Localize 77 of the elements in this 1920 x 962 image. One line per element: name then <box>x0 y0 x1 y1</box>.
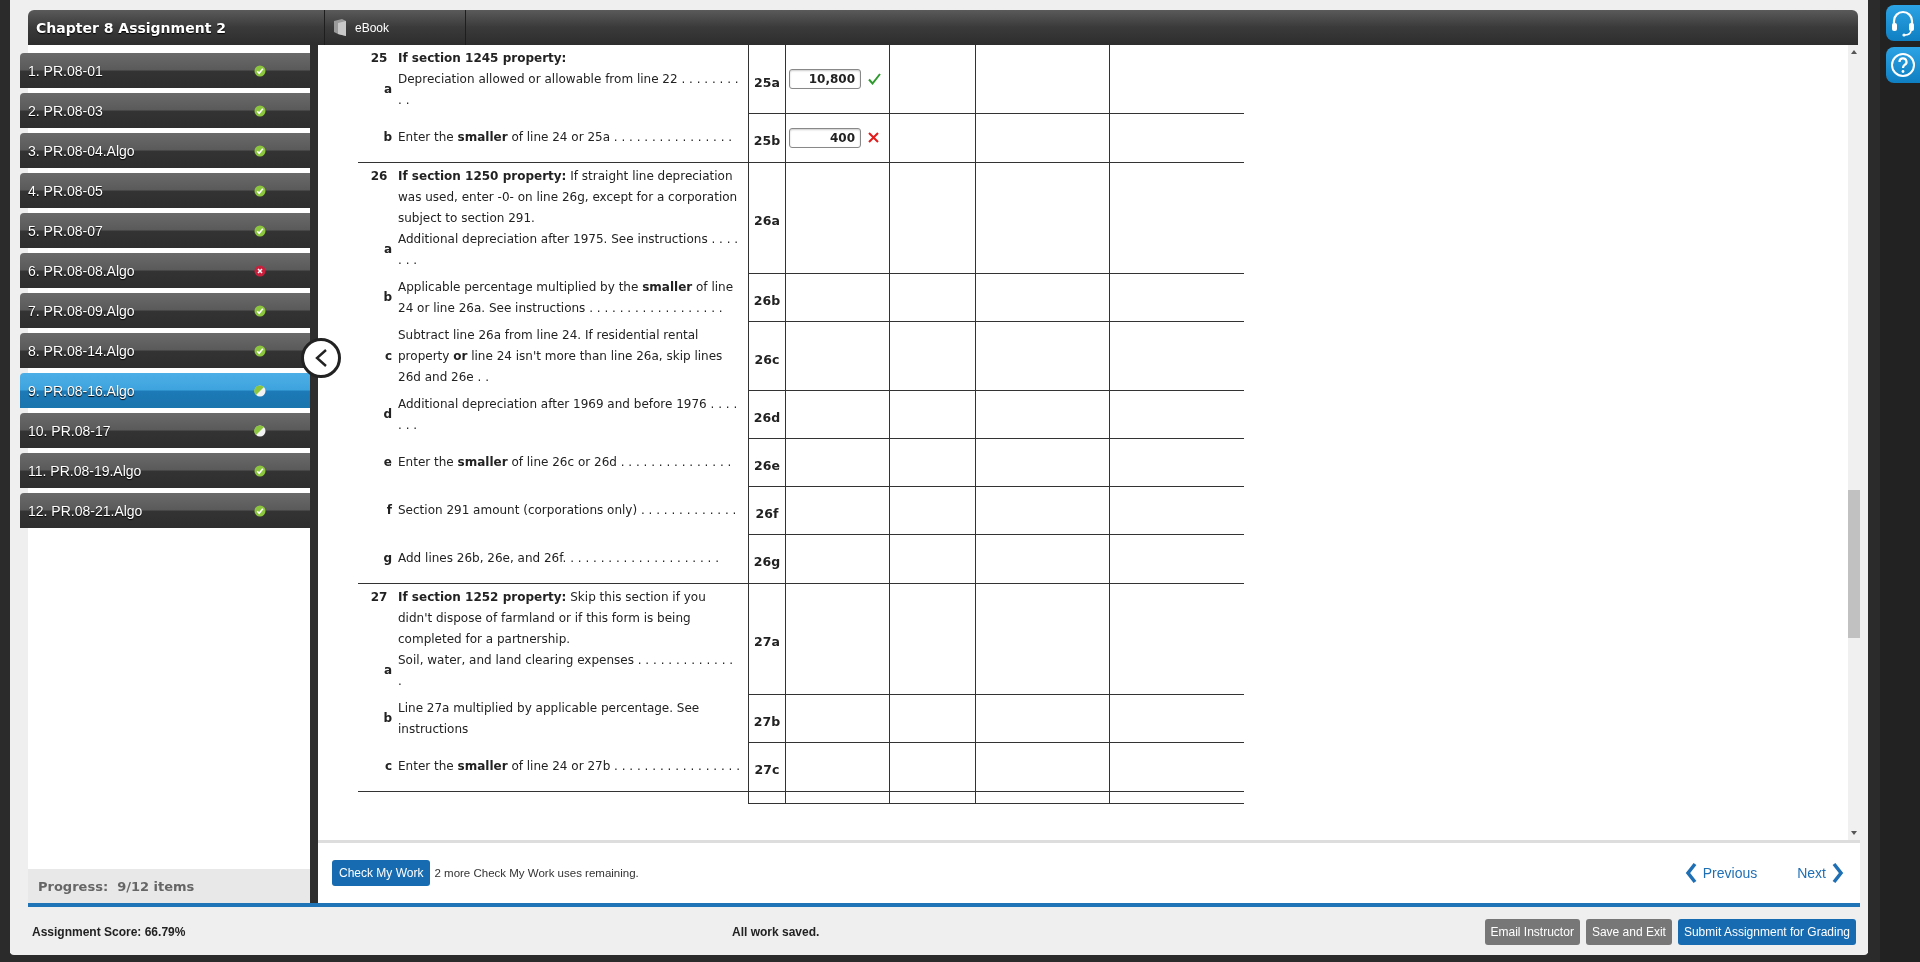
previous-link[interactable]: Previous <box>1684 862 1758 884</box>
progress-text: Progress: 9/12 items <box>38 878 195 894</box>
headset-icon <box>1890 9 1916 37</box>
line-label: 26b <box>753 292 781 308</box>
question-item[interactable]: 3. PR.08-04.Algo <box>20 133 310 168</box>
check-my-work-button[interactable]: Check My Work <box>332 860 431 886</box>
line-description: Line 27a multiplied by applicable percentage. See instructions <box>398 699 701 738</box>
line-letter: g <box>382 550 393 567</box>
line-label: 26e <box>754 457 780 473</box>
line-description: Section 291 amount (corporations only) . . . . . . . . . . . . . <box>398 502 738 519</box>
line-description: Additional depreciation after 1969 and before 1976 . . . . . . . <box>398 395 739 434</box>
line-label: 26g <box>753 553 781 570</box>
question-item[interactable]: 4. PR.08-05 <box>20 173 310 208</box>
line-label: 25b <box>753 132 781 149</box>
line-letter: a <box>382 662 393 679</box>
line-letter: c <box>383 347 393 365</box>
help-button[interactable] <box>1886 47 1920 83</box>
line-number: 27 <box>369 588 389 606</box>
chevron-right-icon <box>1832 862 1844 884</box>
line-description: Enter the smaller of line 24 or 25a . . . . . . . . . . . . . . . . <box>398 129 734 146</box>
line-letter: e <box>382 454 393 471</box>
line-letter: d <box>382 406 393 423</box>
question-item[interactable]: 7. PR.08-09.Algo <box>20 293 310 328</box>
question-item[interactable]: 5. PR.08-07 <box>20 213 310 248</box>
line-label: 26f <box>755 505 779 521</box>
line-letter: b <box>382 289 393 306</box>
section-heading: If section 1245 property: <box>398 49 568 67</box>
amount-field[interactable]: 400 <box>789 127 861 148</box>
submit-button[interactable]: Submit Assignment for Grading <box>1677 919 1856 945</box>
line-label: 27a <box>754 633 780 650</box>
line-letter: f <box>385 502 393 519</box>
section-heading: If section 1252 property: Skip this section if you didn't dispose of farmland or if this form is being completed for a partnership. <box>398 588 707 648</box>
line-label: 26c <box>754 350 780 367</box>
line-description: Applicable percentage multiplied by the smaller of line 24 or line 26a. See instructions . . . . . . . . . . . . . . . . . . <box>398 278 735 317</box>
line-description: Soil, water, and land clearing expenses . . . . . . . . . . . . . . <box>398 651 735 690</box>
help-icon <box>1890 52 1916 78</box>
question-item[interactable]: 9. PR.08-16.Algo <box>20 373 310 408</box>
assignment-title: Chapter 8 Assignment 2 <box>36 19 226 36</box>
question-item[interactable]: 6. PR.08-08.Algo <box>20 253 310 288</box>
question-item[interactable]: 1. PR.08-01 <box>20 53 310 88</box>
scroll-thumb[interactable] <box>1848 490 1860 638</box>
question-item[interactable]: 11. PR.08-19.Algo <box>20 453 310 488</box>
line-letter: b <box>382 129 393 146</box>
line-number: 26 <box>369 167 389 185</box>
chevron-left-icon <box>1684 862 1697 884</box>
save-status: All work saved. <box>732 925 821 939</box>
question-item[interactable]: 8. PR.08-14.Algo <box>20 333 310 368</box>
line-letter: a <box>382 241 393 258</box>
line-description: Enter the smaller of line 24 or 27b . . . . . . . . . . . . . . . . . <box>398 758 740 775</box>
line-description: Add lines 26b, 26e, and 26f. . . . . . . . . . . . . . . . . . . . . <box>398 550 720 567</box>
next-link[interactable]: Next <box>1797 862 1844 884</box>
amount-field[interactable]: 10,800 <box>789 69 861 89</box>
section-heading: If section 1250 property: If straight line depreciation was used, enter -0- on line 26g, except for a corporation subject to section 291. <box>398 167 739 227</box>
line-label: 26a <box>754 212 780 229</box>
line-label: 25a <box>754 73 780 90</box>
line-letter: b <box>382 710 393 727</box>
question-item[interactable]: 10. PR.08-17 <box>20 413 310 448</box>
line-label: 26d <box>753 409 781 425</box>
line-number: 25 <box>369 49 389 67</box>
scrollbar[interactable] <box>1848 45 1860 840</box>
line-label: 27c <box>754 761 780 778</box>
line-label: 27b <box>753 713 781 729</box>
support-button[interactable] <box>1886 5 1920 41</box>
chevron-left-icon <box>314 348 328 368</box>
question-item[interactable]: 12. PR.08-21.Algo <box>20 493 310 528</box>
remaining-uses-text: 2 more Check My Work uses remaining. <box>434 867 639 879</box>
question-item[interactable]: 2. PR.08-03 <box>20 93 310 128</box>
footer-button[interactable]: Save and Exit <box>1585 919 1672 945</box>
line-description: Additional depreciation after 1975. See instructions . . . . . . . <box>398 230 740 269</box>
line-letter: a <box>382 81 393 98</box>
line-letter: c <box>383 758 393 775</box>
assignment-score: Assignment Score: 66.79% <box>32 925 187 939</box>
line-description: Enter the smaller of line 26c or 26d . . . . . . . . . . . . . . . <box>398 454 733 471</box>
footer-button[interactable]: Email Instructor <box>1484 919 1580 945</box>
line-description: Subtract line 26a from line 24. If residential rental property or line 24 isn't more than line 26a, skip lines 26d and 26e . . <box>398 326 724 386</box>
line-description: Depreciation allowed or allowable from line 22 . . . . . . . . . . <box>398 70 740 109</box>
book-icon <box>333 19 347 36</box>
